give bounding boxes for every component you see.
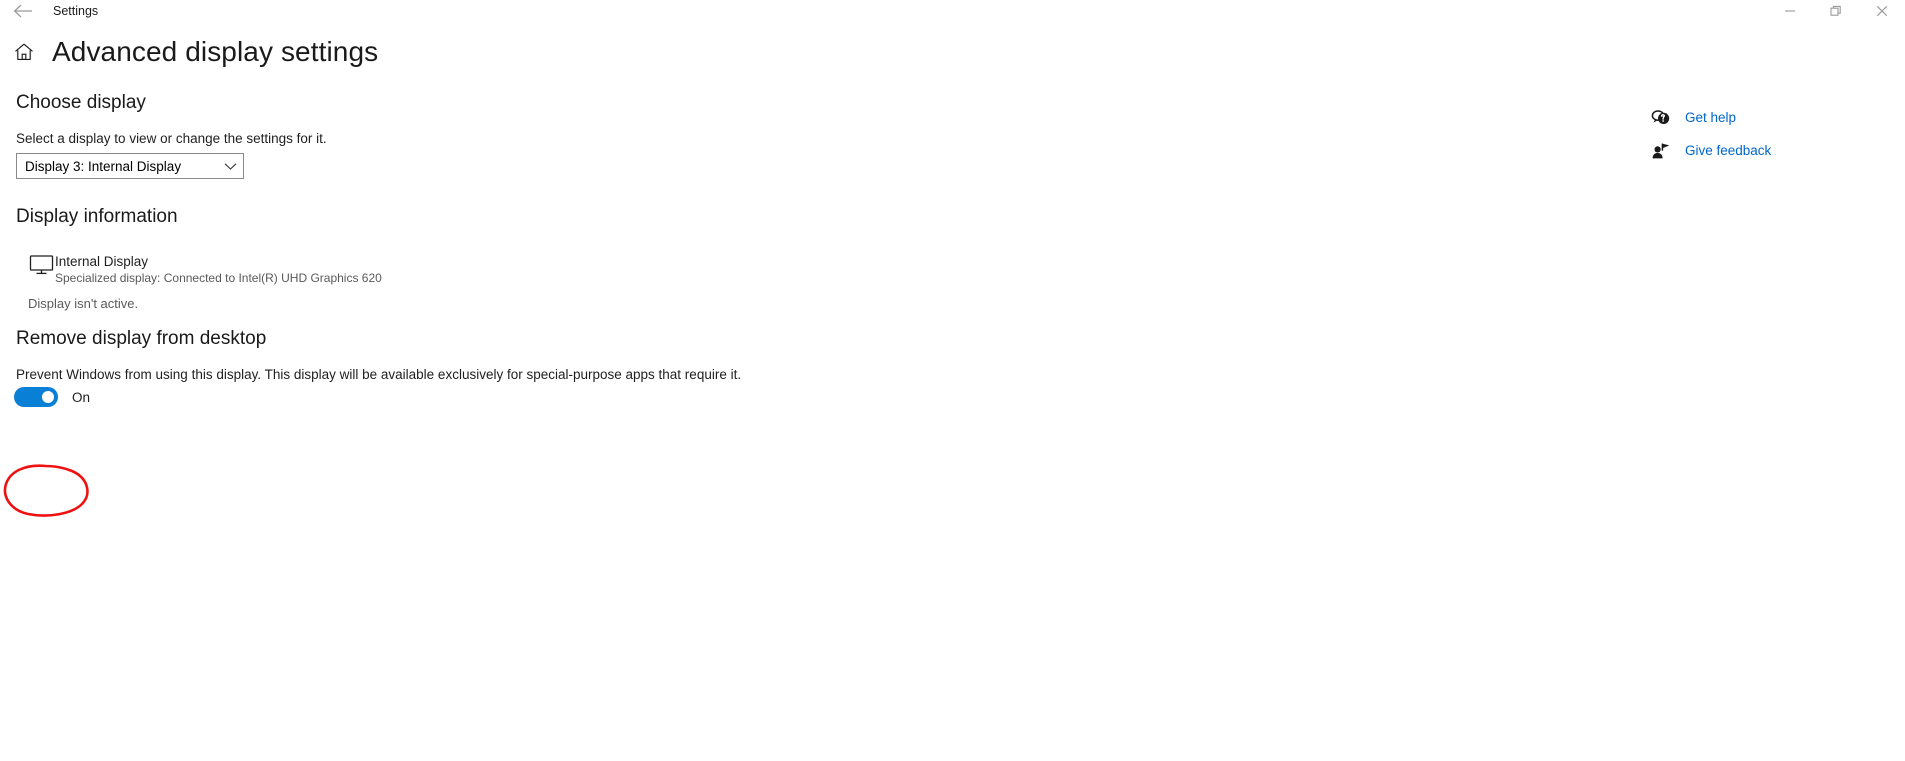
display-detail: Specialized display: Connected to Intel(… bbox=[55, 271, 382, 285]
red-circle-annotation bbox=[0, 462, 105, 520]
get-help-label: Get help bbox=[1685, 110, 1737, 125]
title-bar: Settings bbox=[0, 0, 1905, 22]
feedback-person-icon bbox=[1650, 141, 1672, 161]
window-controls bbox=[1767, 0, 1905, 22]
restore-button[interactable] bbox=[1813, 0, 1859, 22]
display-select-value: Display 3: Internal Display bbox=[25, 158, 182, 174]
toggle-state-label: On bbox=[72, 389, 91, 405]
titlebar-title: Settings bbox=[53, 4, 99, 18]
chevron-down-icon bbox=[217, 162, 243, 171]
side-links: Get help Give feedback bbox=[1650, 104, 1771, 170]
help-speech-bubble-icon bbox=[1650, 108, 1672, 128]
give-feedback-link[interactable]: Give feedback bbox=[1650, 137, 1771, 164]
remove-display-toggle[interactable] bbox=[14, 387, 58, 407]
display-information-heading: Display information bbox=[16, 206, 178, 227]
choose-display-description: Select a display to view or change the s… bbox=[16, 131, 327, 146]
get-help-link[interactable]: Get help bbox=[1650, 104, 1771, 131]
remove-display-heading: Remove display from desktop bbox=[16, 328, 267, 349]
remove-display-description: Prevent Windows from using this display.… bbox=[16, 367, 742, 382]
home-icon bbox=[15, 43, 33, 60]
monitor-icon bbox=[28, 253, 56, 277]
choose-display-heading: Choose display bbox=[16, 92, 146, 113]
remove-display-toggle-row: On bbox=[14, 387, 90, 407]
toggle-knob bbox=[42, 391, 54, 403]
minimize-button[interactable] bbox=[1767, 0, 1813, 22]
restore-icon bbox=[1830, 5, 1841, 16]
minimize-icon bbox=[1785, 10, 1795, 12]
close-icon bbox=[1876, 5, 1888, 17]
home-button[interactable] bbox=[13, 41, 35, 63]
close-button[interactable] bbox=[1859, 0, 1905, 22]
give-feedback-label: Give feedback bbox=[1685, 143, 1772, 158]
back-arrow-icon bbox=[13, 4, 32, 18]
display-status: Display isn't active. bbox=[28, 296, 139, 311]
back-button[interactable] bbox=[8, 0, 38, 22]
display-select-dropdown[interactable]: Display 3: Internal Display bbox=[16, 153, 244, 179]
display-name: Internal Display bbox=[55, 254, 149, 269]
page-title: Advanced display settings bbox=[52, 36, 379, 67]
